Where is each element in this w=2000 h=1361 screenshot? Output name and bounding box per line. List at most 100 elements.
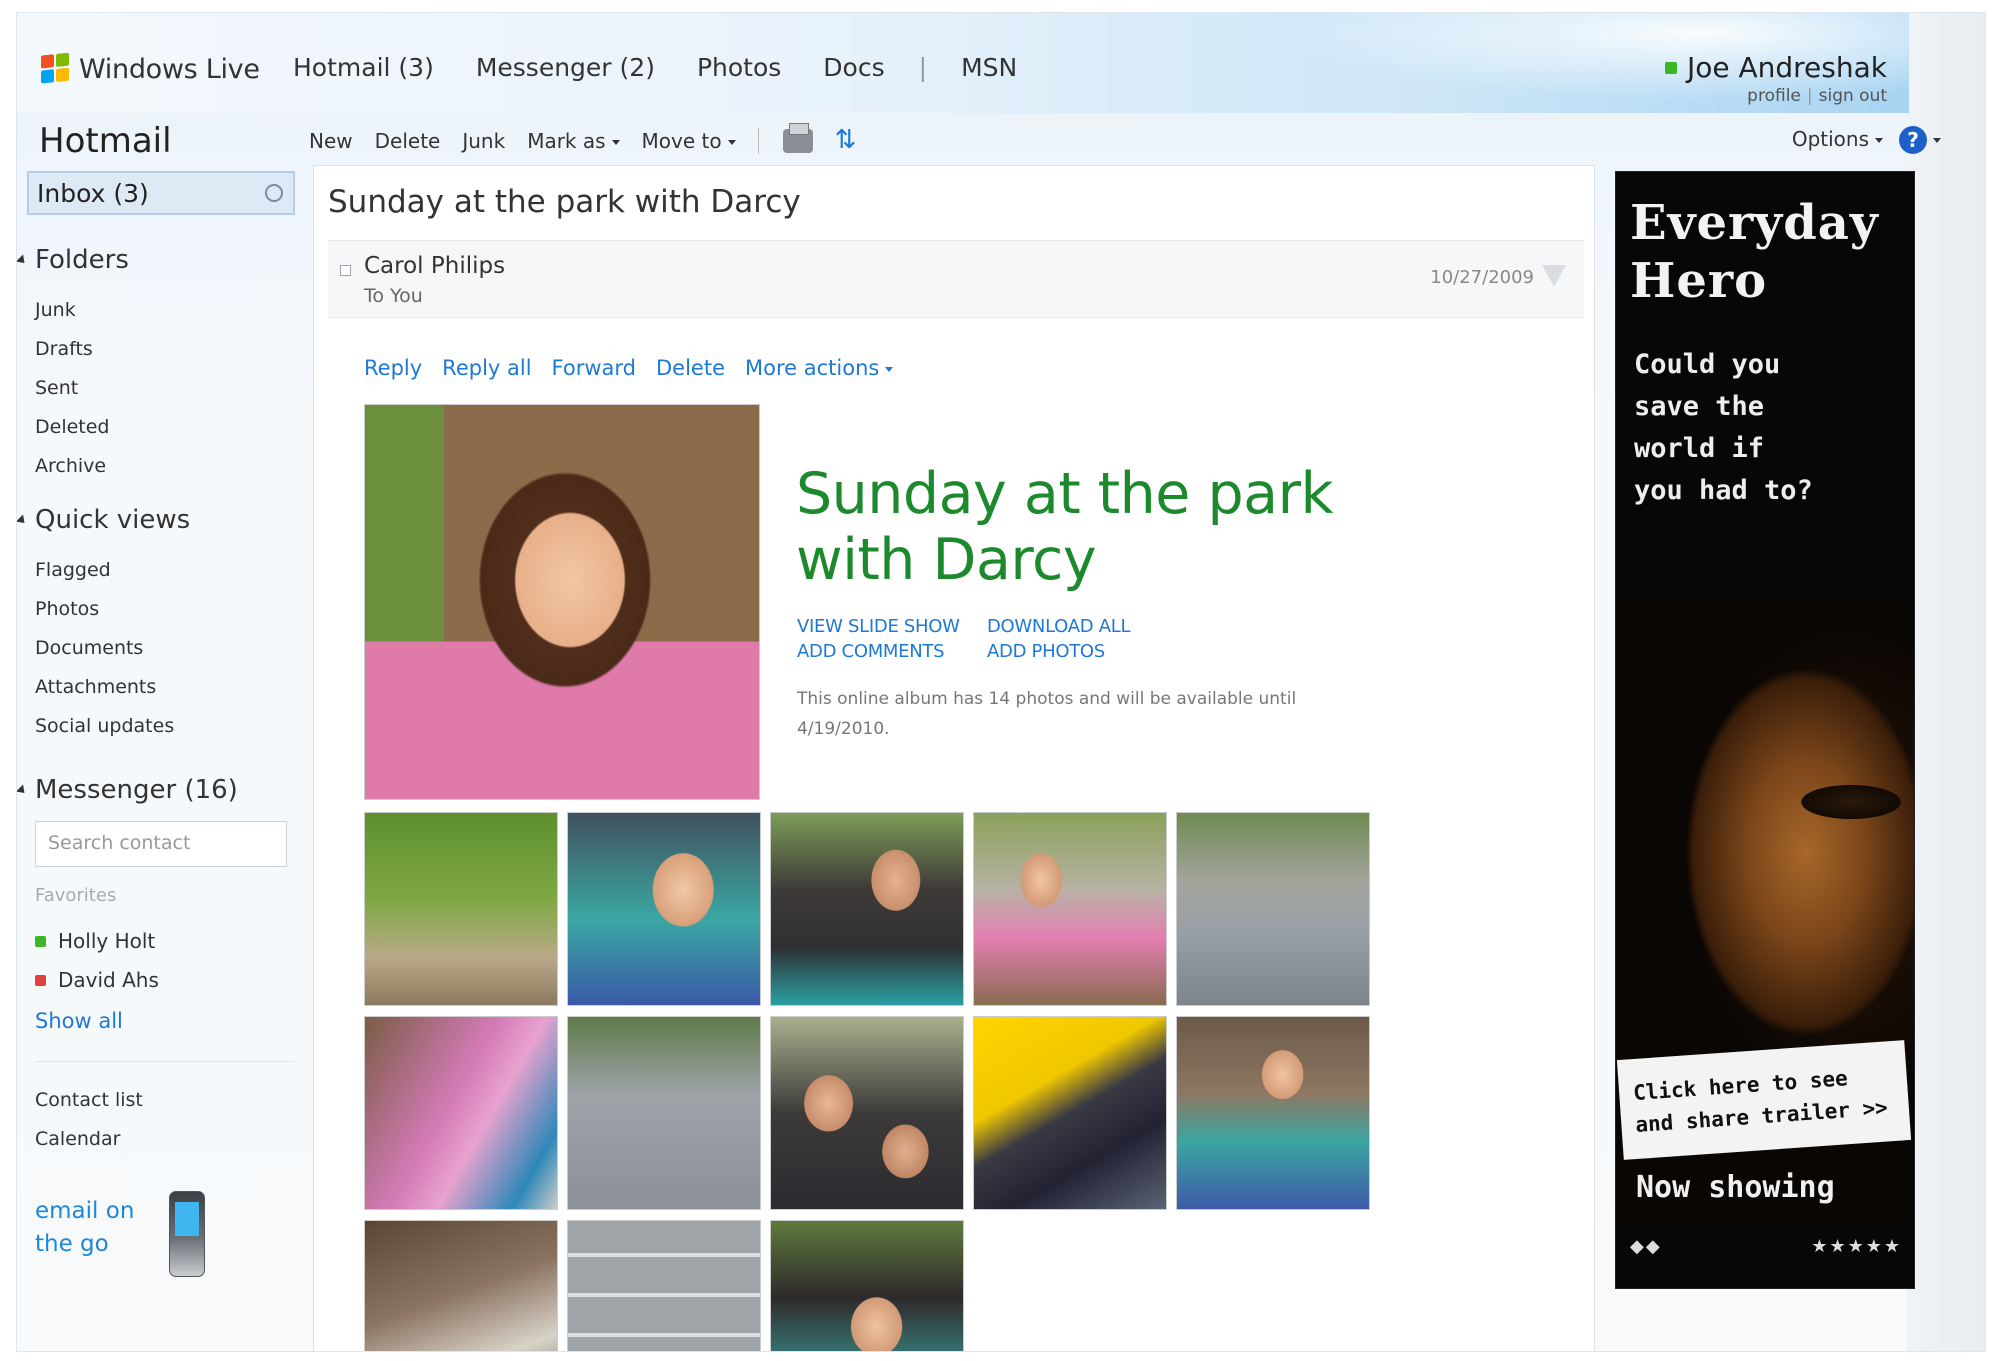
sign-out-link[interactable]: sign out <box>1819 86 1887 106</box>
sidebar-item-drafts[interactable]: Drafts <box>35 338 93 360</box>
message-date: 10/27/2009 <box>1430 267 1534 288</box>
sidebar-item-contact-list[interactable]: Contact list <box>35 1089 143 1111</box>
sidebar-divider <box>35 1061 295 1062</box>
folders-heading-label: Folders <box>35 245 129 275</box>
ad-question-line: you had to? <box>1634 475 1813 506</box>
message-actions: Reply Reply all Forward Delete More acti… <box>364 356 913 380</box>
photo-thumbnail[interactable] <box>1176 812 1370 1006</box>
photo-thumbnail[interactable] <box>364 812 558 1006</box>
user-name[interactable]: Joe Andreshak <box>1664 51 1887 84</box>
photo-thumbnail[interactable] <box>567 812 761 1006</box>
help-icon: ? <box>1899 126 1927 154</box>
profile-link[interactable]: profile <box>1747 86 1801 106</box>
nav-photos[interactable]: Photos <box>697 53 781 82</box>
nav-hotmail[interactable]: Hotmail (3) <box>293 53 434 82</box>
sidebar-item-junk[interactable]: Junk <box>35 299 76 321</box>
sidebar-item-inbox[interactable]: Inbox (3) <box>27 171 295 215</box>
windows-live-logo[interactable]: Windows Live <box>41 49 260 89</box>
photo-thumbnail[interactable] <box>973 1016 1167 1210</box>
photo-thumbnail[interactable] <box>770 1220 964 1351</box>
sidebar-item-social-updates[interactable]: Social updates <box>35 715 174 737</box>
flag-icon[interactable] <box>1542 265 1566 287</box>
messenger-heading[interactable]: Messenger (16) <box>17 775 238 805</box>
view-slide-show-link[interactable]: VIEW SLIDE SHOW <box>797 616 987 637</box>
email-go-line1: email on <box>35 1198 135 1224</box>
favorites-label: Favorites <box>35 885 117 906</box>
photo-thumbnail[interactable] <box>364 1220 558 1351</box>
ad-question-line: Could you <box>1634 349 1781 380</box>
refresh-icon[interactable]: ⇅ <box>835 125 857 155</box>
more-actions-link[interactable]: More actions <box>745 356 894 380</box>
email-on-the-go-link[interactable]: email on the go <box>35 1195 134 1261</box>
gear-icon[interactable] <box>265 184 283 202</box>
nav-docs[interactable]: Docs <box>823 53 884 82</box>
photo-thumbnail[interactable] <box>973 812 1167 1006</box>
window-edge <box>1907 13 1985 1351</box>
download-all-link[interactable]: DOWNLOAD ALL <box>987 616 1187 637</box>
sidebar-item-sent[interactable]: Sent <box>35 377 78 399</box>
chevron-down-icon <box>611 140 620 145</box>
photo-thumbnail[interactable] <box>1176 1016 1370 1210</box>
mail-toolbar: New Delete Junk Mark as Move to ⇅ <box>309 121 856 161</box>
junk-button[interactable]: Junk <box>462 129 505 153</box>
sidebar-item-documents[interactable]: Documents <box>35 637 143 659</box>
user-panel: Joe Andreshak profile | sign out <box>1664 51 1887 106</box>
photo-thumbnail[interactable] <box>567 1220 761 1351</box>
quickviews-heading-label: Quick views <box>35 505 191 535</box>
chevron-down-icon <box>727 140 736 145</box>
nav-msn[interactable]: MSN <box>961 53 1017 82</box>
photo-grid <box>364 812 1370 1351</box>
search-contact-input[interactable]: Search contact <box>35 821 287 867</box>
message-header: Carol Philips To You 10/27/2009 <box>328 240 1584 318</box>
mark-as-button[interactable]: Mark as <box>527 129 620 153</box>
delete-link[interactable]: Delete <box>656 356 725 380</box>
folders-heading[interactable]: Folders <box>17 245 129 275</box>
messenger-heading-label: Messenger (16) <box>35 775 238 805</box>
contact-holly-holt[interactable]: Holly Holt <box>35 929 155 953</box>
message-checkbox[interactable] <box>340 265 351 276</box>
print-icon[interactable] <box>782 123 813 153</box>
show-all-link[interactable]: Show all <box>35 1009 123 1033</box>
sidebar-title[interactable]: Hotmail <box>39 121 172 161</box>
studio-logo-icon: ◆◆ <box>1630 1236 1662 1257</box>
browser-window: Windows Live Hotmail (3) Messenger (2) P… <box>16 12 1986 1352</box>
more-actions-label: More actions <box>745 356 880 380</box>
forward-link[interactable]: Forward <box>552 356 636 380</box>
ad-logos: ◆◆ ★★★★★ <box>1630 1236 1902 1262</box>
photo-thumbnail[interactable] <box>364 1016 558 1210</box>
photo-thumbnail[interactable] <box>770 1016 964 1210</box>
album-description: This online album has 14 photos and will… <box>797 689 1297 739</box>
sidebar-item-attachments[interactable]: Attachments <box>35 676 156 698</box>
photo-thumbnail[interactable] <box>770 812 964 1006</box>
sidebar-item-calendar[interactable]: Calendar <box>35 1128 120 1150</box>
mobile-phone-icon[interactable] <box>169 1191 205 1277</box>
options-menu[interactable]: Options <box>1792 127 1883 151</box>
rating-stars: ★★★★★ <box>1811 1236 1902 1257</box>
sender-name[interactable]: Carol Philips <box>364 253 505 279</box>
add-comments-link[interactable]: ADD COMMENTS <box>797 641 987 662</box>
sidebar-item-deleted[interactable]: Deleted <box>35 416 110 438</box>
reply-link[interactable]: Reply <box>364 356 422 380</box>
help-menu[interactable]: ? <box>1899 126 1941 154</box>
quickviews-heading[interactable]: Quick views <box>17 505 190 535</box>
photo-thumbnail[interactable] <box>567 1016 761 1210</box>
advertisement-banner[interactable]: Everyday Hero Could you save the world i… <box>1615 171 1915 1289</box>
contact-david-ahs[interactable]: David Ahs <box>35 968 159 992</box>
ad-title-line1: Everyday <box>1630 195 1879 251</box>
ad-trailer-button[interactable]: Click here to see and share trailer >> <box>1616 1040 1912 1160</box>
recipient-line: To You <box>364 285 423 307</box>
contact-name: David Ahs <box>58 968 159 992</box>
album-cover-photo[interactable] <box>364 404 760 800</box>
new-button[interactable]: New <box>309 129 353 153</box>
nav-separator: | <box>918 53 928 82</box>
sidebar-item-archive[interactable]: Archive <box>35 455 106 477</box>
sidebar-item-photos[interactable]: Photos <box>35 598 99 620</box>
reply-all-link[interactable]: Reply all <box>442 356 531 380</box>
album-title[interactable]: Sunday at the park with Darcy <box>796 461 1334 593</box>
delete-button[interactable]: Delete <box>375 129 441 153</box>
move-to-button[interactable]: Move to <box>642 129 736 153</box>
nav-messenger[interactable]: Messenger (2) <box>476 53 655 82</box>
chevron-down-icon <box>1875 138 1883 143</box>
sidebar-item-flagged[interactable]: Flagged <box>35 559 111 581</box>
add-photos-link[interactable]: ADD PHOTOS <box>987 641 1187 662</box>
